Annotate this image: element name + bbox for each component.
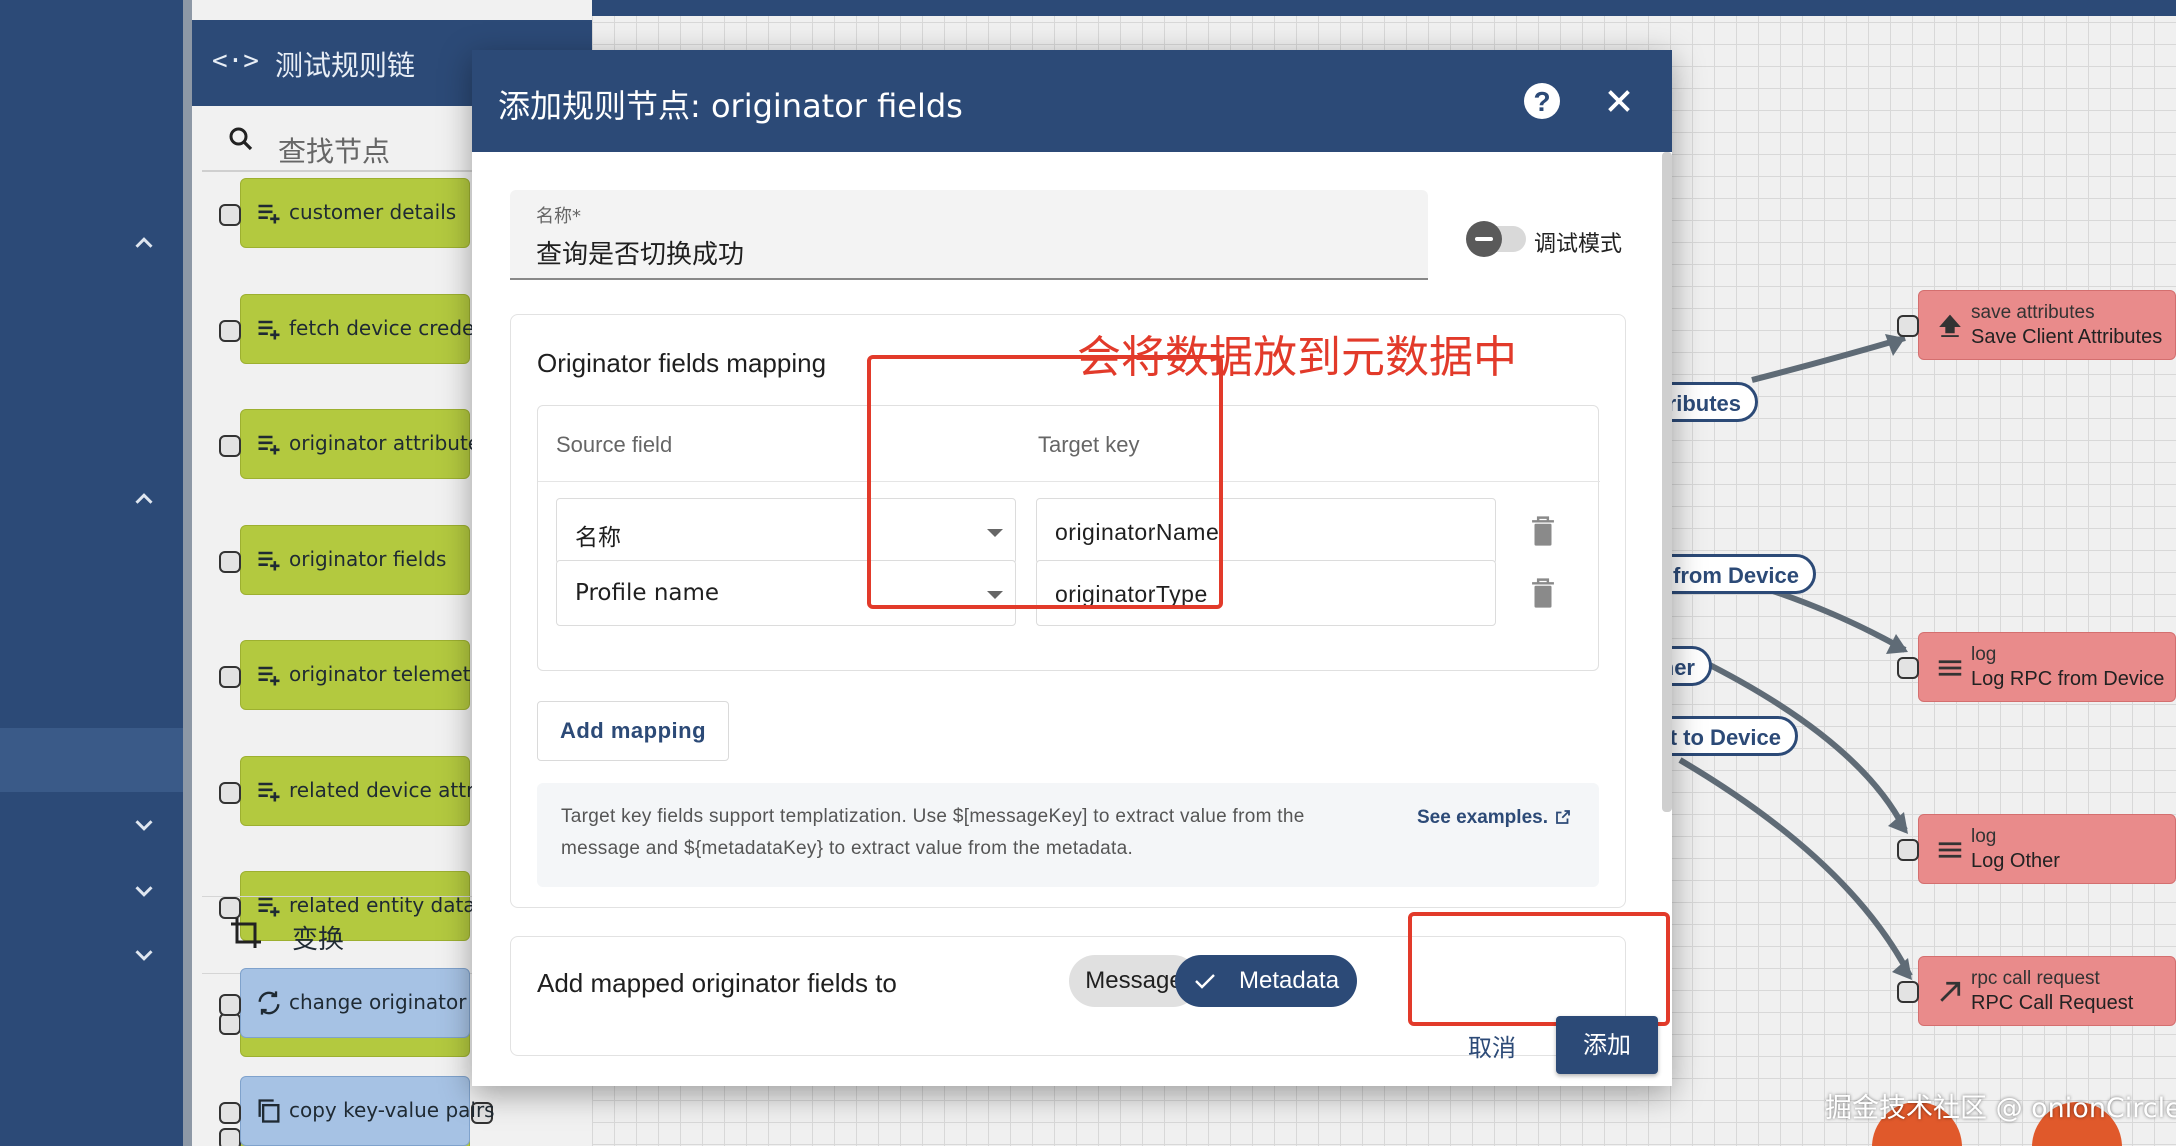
node-port[interactable]	[1897, 839, 1919, 861]
rule-node-type: save attributes	[1971, 302, 2095, 323]
check-icon	[1195, 974, 1215, 989]
toggle-knob	[1466, 221, 1502, 257]
rule-node-type: log	[1971, 644, 1997, 665]
rule-node-rpc-call[interactable]: rpc call request RPC Call Request	[1897, 956, 2176, 1026]
hint-box: Target key fields support templatization…	[537, 783, 1599, 887]
menu-lines-icon	[1938, 660, 1962, 676]
target-label: Add mapped originator fields to	[537, 968, 897, 998]
node-port[interactable]	[1897, 981, 1919, 1003]
debug-mode-label: 调试模式	[1534, 232, 1623, 257]
see-examples-link[interactable]: See examples.	[1417, 807, 1572, 829]
upload-icon	[1939, 314, 1961, 337]
relation-chip-label: st to Device	[1657, 725, 1782, 750]
node-name-label: 名称*	[536, 206, 581, 227]
rule-node-type: rpc call request	[1971, 968, 2100, 989]
trash-icon[interactable]	[1528, 576, 1558, 610]
hint-text: Target key fields support templatization…	[561, 806, 1305, 859]
add-button[interactable]: 添加	[1556, 1016, 1658, 1074]
node-name-value[interactable]: 查询是否切换成功	[536, 234, 744, 271]
rule-node-name: Log Other	[1971, 850, 2060, 872]
relation-chip-label: from Device	[1673, 563, 1799, 588]
dialog-scrollbar[interactable]	[1662, 152, 1672, 812]
menu-lines-icon	[1938, 842, 1962, 858]
trash-icon[interactable]	[1528, 514, 1558, 548]
node-name-field[interactable]: 名称* 查询是否切换成功	[510, 190, 1428, 280]
rule-node-log-rpc[interactable]: log Log RPC from Device	[1897, 632, 2176, 702]
relation-chip-label: tributes	[1660, 391, 1741, 416]
rule-node-name: Save Client Attributes	[1971, 326, 2163, 348]
target-metadata-label: Metadata	[1239, 967, 1340, 994]
target-metadata-button[interactable]: Metadata	[1175, 955, 1357, 1007]
help-icon[interactable]: ?	[1524, 83, 1560, 119]
see-examples-label: See examples.	[1417, 807, 1548, 828]
source-field-value: 名称	[575, 525, 621, 551]
dialog-header: 添加规则节点: originator fields ?	[472, 50, 1672, 152]
node-port[interactable]	[1897, 315, 1919, 337]
column-source-field: Source field	[556, 432, 673, 457]
source-field-value: Profile name	[575, 580, 720, 606]
close-icon[interactable]	[1600, 82, 1638, 120]
mapping-card: Originator fields mapping 会将数据放到元数据中 Sou…	[510, 314, 1626, 908]
dialog-title: 添加规则节点: originator fields	[498, 87, 963, 125]
rule-node-name: Log RPC from Device	[1971, 668, 2165, 690]
node-port[interactable]	[1897, 657, 1919, 679]
red-highlight-box	[1408, 912, 1670, 1026]
add-mapping-button[interactable]: Add mapping	[537, 701, 729, 761]
rule-node-save-attributes[interactable]: save attributes Save Client Attributes	[1897, 290, 2176, 360]
rule-node-log-other[interactable]: log Log Other	[1897, 814, 2176, 884]
rule-node-type: log	[1971, 826, 1997, 847]
cancel-button[interactable]: 取消	[1468, 1028, 1516, 1063]
mapping-title: Originator fields mapping	[537, 348, 827, 378]
watermark: 掘金技术社区 @ onionCircle	[1825, 1093, 2176, 1124]
red-highlight-box	[867, 355, 1223, 609]
rule-node-name: RPC Call Request	[1971, 992, 2134, 1014]
debug-mode-toggle[interactable]	[1466, 221, 1526, 257]
external-link-icon	[1556, 810, 1570, 824]
arrow-up-right-icon	[1940, 981, 1961, 1002]
